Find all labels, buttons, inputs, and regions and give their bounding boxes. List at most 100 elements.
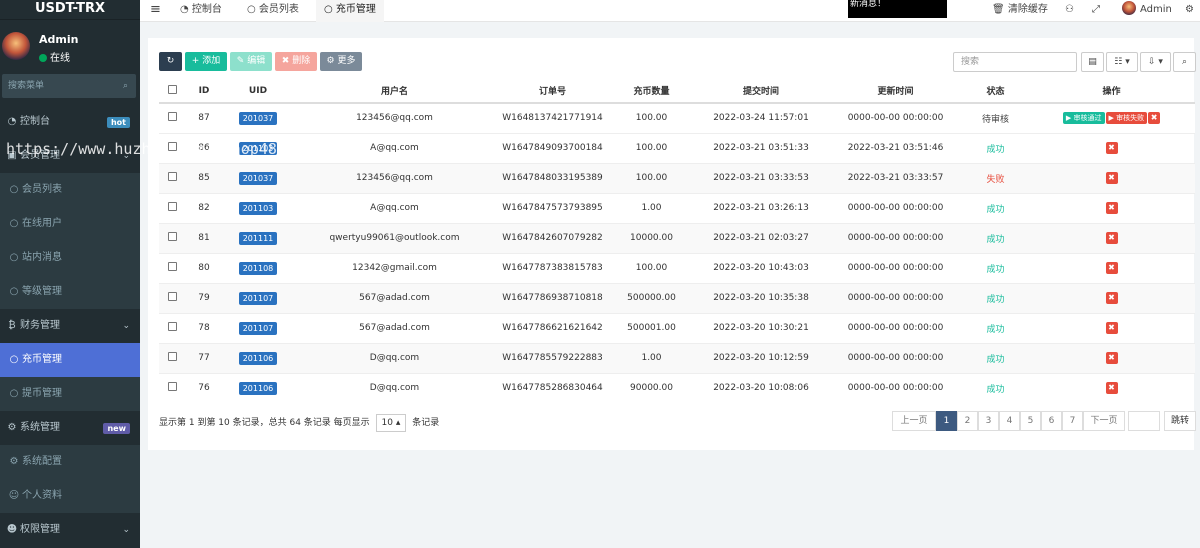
row-delete-button[interactable]: ✖ bbox=[1148, 112, 1161, 125]
row-checkbox-cell[interactable] bbox=[159, 312, 185, 343]
uid-badge[interactable]: 201107 bbox=[238, 291, 278, 305]
select-all-checkbox-cell[interactable] bbox=[159, 79, 185, 104]
row-checkbox-cell[interactable] bbox=[159, 162, 185, 193]
export-button[interactable]: ⇩ ▾ bbox=[1140, 52, 1171, 72]
sidebar-item-dashboard[interactable]: ◔ 控制台 hot bbox=[0, 105, 140, 139]
next-page-button[interactable]: 下一页 bbox=[1083, 411, 1125, 431]
row-checkbox-cell[interactable] bbox=[159, 282, 185, 313]
settings-gear-icon[interactable]: ⚙ bbox=[1185, 0, 1194, 22]
admin-menu[interactable]: Admin bbox=[1122, 0, 1172, 22]
row-checkbox[interactable] bbox=[167, 142, 177, 151]
column-header-uid[interactable]: UID bbox=[223, 79, 293, 104]
uid-badge[interactable]: 201037 bbox=[238, 111, 278, 125]
row-checkbox[interactable] bbox=[167, 112, 177, 122]
delete-button[interactable]: ✖ 删除 bbox=[275, 52, 317, 71]
page-button[interactable]: 3 bbox=[978, 411, 999, 431]
row-checkbox-cell[interactable] bbox=[159, 132, 185, 163]
sidebar-item-system[interactable]: ⚙ 系统管理 new bbox=[0, 411, 140, 445]
page-button[interactable]: 7 bbox=[1062, 411, 1083, 431]
column-header-amount[interactable]: 充币数量 bbox=[609, 79, 694, 104]
sidebar-item-withdraw[interactable]: ○ 提币管理 bbox=[0, 377, 140, 411]
refresh-button[interactable]: ↻ bbox=[159, 52, 182, 71]
table-search-input[interactable]: 搜索 bbox=[953, 52, 1077, 72]
row-checkbox-cell[interactable] bbox=[159, 252, 185, 283]
page-jump-input[interactable] bbox=[1128, 411, 1160, 431]
page-button[interactable]: 2 bbox=[957, 411, 978, 431]
uid-badge[interactable]: 201106 bbox=[238, 351, 278, 365]
table-row[interactable]: 76 201106 D@qq.com W1647785286830464 90000.0… bbox=[159, 372, 1195, 403]
app-logo[interactable]: USDT-TRX bbox=[0, 0, 140, 20]
page-button[interactable]: 1 bbox=[936, 411, 957, 431]
uid-badge[interactable]: 201106 bbox=[238, 381, 278, 395]
sidebar-item-online-users[interactable]: ○ 在线用户 bbox=[0, 207, 140, 241]
column-header-order[interactable]: 订单号 bbox=[496, 79, 609, 104]
uid-badge[interactable]: 201103 bbox=[238, 141, 278, 155]
page-button[interactable]: 5 bbox=[1020, 411, 1041, 431]
toggle-view-button[interactable]: ▤ bbox=[1081, 52, 1104, 72]
table-row[interactable]: 87 201037 123456@qq.com W1648137421771914 10… bbox=[159, 102, 1195, 133]
table-row[interactable]: 86 201103 A@qq.com W1647849093700184 100.00 2… bbox=[159, 132, 1195, 163]
row-checkbox[interactable] bbox=[167, 232, 177, 241]
sidebar-item-messages[interactable]: ○ 站内消息 bbox=[0, 241, 140, 275]
sidebar-item-levels[interactable]: ○ 等级管理 bbox=[0, 275, 140, 309]
row-delete-button[interactable]: ✖ bbox=[1105, 352, 1118, 364]
row-checkbox[interactable] bbox=[167, 202, 177, 211]
table-row[interactable]: 78 201107 567@adad.com W1647786621621642 500… bbox=[159, 312, 1195, 343]
add-button[interactable]: + 添加 bbox=[185, 52, 227, 71]
search-toggle-button[interactable]: ⌕ bbox=[1173, 52, 1196, 72]
columns-button[interactable]: ☷ ▾ bbox=[1106, 52, 1138, 72]
row-checkbox-cell[interactable] bbox=[159, 192, 185, 223]
sidebar-item-system-config[interactable]: ⚙ 系统配置 bbox=[0, 445, 140, 479]
row-delete-button[interactable]: ✖ bbox=[1105, 172, 1118, 184]
table-row[interactable]: 82 201103 A@qq.com W1647847573793895 1.00 202… bbox=[159, 192, 1195, 223]
uid-badge[interactable]: 201108 bbox=[238, 261, 278, 275]
search-icon[interactable]: ⌕ bbox=[123, 74, 128, 98]
column-header-username[interactable]: 用户名 bbox=[293, 79, 496, 104]
page-button[interactable]: 4 bbox=[999, 411, 1020, 431]
row-delete-button[interactable]: ✖ bbox=[1105, 232, 1118, 244]
page-jump-button[interactable]: 跳转 bbox=[1164, 411, 1196, 431]
approve-button[interactable]: ▶ 审核通过 bbox=[1062, 112, 1105, 125]
table-row[interactable]: 79 201107 567@adad.com W1647786938710818 500… bbox=[159, 282, 1195, 313]
uid-badge[interactable]: 201103 bbox=[238, 201, 278, 215]
row-checkbox[interactable] bbox=[167, 292, 177, 301]
sidebar-item-deposit[interactable]: ○ 充币管理 bbox=[0, 343, 140, 377]
row-delete-button[interactable]: ✖ bbox=[1105, 292, 1118, 304]
fullscreen-icon[interactable]: ⤢ bbox=[1092, 0, 1100, 22]
sidebar-item-profile[interactable]: ☺ 个人资料 bbox=[0, 479, 140, 513]
row-checkbox-cell[interactable] bbox=[159, 222, 185, 253]
row-checkbox[interactable] bbox=[167, 382, 177, 392]
tab-member-list[interactable]: ○ 会员列表 bbox=[247, 0, 299, 22]
column-header-status[interactable]: 状态 bbox=[963, 79, 1028, 104]
sidebar-item-member-list[interactable]: ○ 会员列表 bbox=[0, 173, 140, 207]
edit-button[interactable]: ✎ 编辑 bbox=[230, 52, 272, 71]
row-checkbox[interactable] bbox=[167, 172, 177, 181]
uid-badge[interactable]: 201111 bbox=[238, 231, 278, 245]
row-delete-button[interactable]: ✖ bbox=[1105, 262, 1118, 274]
row-delete-button[interactable]: ✖ bbox=[1105, 322, 1118, 334]
row-delete-button[interactable]: ✖ bbox=[1105, 202, 1118, 214]
row-checkbox[interactable] bbox=[167, 352, 177, 361]
prev-page-button[interactable]: 上一页 bbox=[892, 411, 936, 431]
table-row[interactable]: 81 201111 qwertyu99061@outlook.com W1647842… bbox=[159, 222, 1195, 253]
hamburger-menu-icon[interactable]: ≡ bbox=[150, 0, 161, 22]
row-checkbox[interactable] bbox=[167, 322, 177, 331]
row-checkbox-cell[interactable] bbox=[159, 372, 185, 403]
row-checkbox-cell[interactable] bbox=[159, 102, 185, 133]
page-size-select[interactable]: 10 ▴ bbox=[375, 414, 407, 432]
select-all-checkbox[interactable] bbox=[167, 84, 177, 94]
tab-deposit-management[interactable]: ○ 充币管理 bbox=[316, 0, 384, 22]
column-header-updated[interactable]: 更新时间 bbox=[828, 79, 963, 104]
row-checkbox-cell[interactable] bbox=[159, 342, 185, 373]
page-button[interactable]: 6 bbox=[1041, 411, 1062, 431]
column-header-id[interactable]: ID bbox=[185, 79, 223, 104]
sidebar-item-permissions[interactable]: ☻ 权限管理 ⌄ bbox=[0, 513, 140, 547]
sidebar-item-member-management[interactable]: ▣ 会员管理 ⌄ bbox=[0, 139, 140, 173]
table-row[interactable]: 85 201037 123456@qq.com W1647848033195389 10… bbox=[159, 162, 1195, 193]
language-icon[interactable]: ⚇ bbox=[1065, 0, 1074, 22]
sidebar-item-finance[interactable]: ₿ 财务管理 ⌄ bbox=[0, 309, 140, 343]
sidebar-search-input[interactable]: 搜索菜单 ⌕ bbox=[2, 74, 136, 98]
uid-badge[interactable]: 201037 bbox=[238, 171, 278, 185]
more-button[interactable]: ⚙ 更多 bbox=[320, 52, 362, 71]
row-checkbox[interactable] bbox=[167, 262, 177, 271]
